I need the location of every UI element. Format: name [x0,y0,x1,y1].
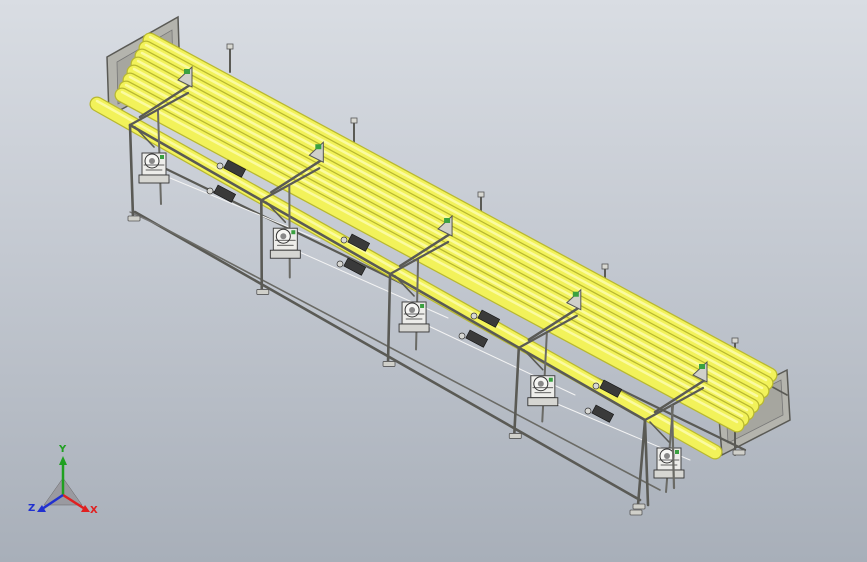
roller-wheel [592,382,600,390]
frame-rear-post-cap [226,43,234,50]
frame-rear-post-cap [350,117,358,124]
leveling-foot [629,509,643,516]
roller-wheel [458,332,466,340]
conveyor-assembly-model[interactable] [0,0,867,562]
frame-middle-bottom-rail [159,225,661,491]
bracket-green-marker [572,291,579,297]
drive-green-indicator [160,155,164,159]
leveling-foot [382,361,396,367]
drive-green-indicator [291,230,296,235]
leveling-foot [732,449,746,456]
roller-wheel [584,407,592,415]
drive-green-indicator [548,377,553,382]
drive-base-plate [138,174,170,184]
drive-motor-shaft [149,158,155,164]
graphics-viewport[interactable]: Y X Z [0,0,867,562]
roller-wheel [216,162,224,170]
pipe [139,41,773,390]
triad-z-label: Z [28,503,36,514]
roller-wheel [336,260,344,268]
roller-wheel [206,187,214,195]
drive-base-plate [653,469,685,479]
leveling-foot [256,289,270,295]
frame-rear-post-cap [601,263,609,270]
pipe-highlight [132,67,754,405]
bracket-green-marker [444,217,451,223]
pipe-highlight [144,43,768,382]
frame-end-leg [643,418,650,507]
drive-motor-shaft [280,233,287,240]
triad-x-label: X [90,505,98,516]
drive-motor-shaft [409,306,416,313]
bracket-green-marker [315,144,322,150]
leveling-foot [127,215,141,222]
drive-green-indicator [420,303,425,308]
leveling-foot [508,433,522,439]
pipe [119,81,749,426]
drive-base-plate [527,397,559,407]
frame-front-leg [128,123,135,219]
drive-base-plate [269,249,301,259]
pipe [143,33,777,382]
bracket-green-marker [699,364,705,369]
drive-green-indicator [675,450,679,454]
drive-motor-shaft [537,380,544,387]
pipe-highlight [148,35,772,374]
roller-wheel [470,312,478,320]
triad-y-label: Y [59,444,67,455]
drive-motor-shaft [664,453,670,459]
frame-rear-post-cap [477,191,485,198]
leveling-foot [632,503,646,510]
roller-wheel [340,236,348,244]
pipe-highlight [95,99,717,451]
frame-front-leg [386,272,392,364]
pipe [90,97,722,459]
frame-front-leg [636,418,647,507]
pipe [115,88,744,432]
bracket-green-marker [184,69,190,74]
frame-front-leg [512,346,521,436]
drive-base-plate [398,323,430,333]
frame-rear-post-cap [731,337,739,344]
pipe-highlight [128,75,749,412]
